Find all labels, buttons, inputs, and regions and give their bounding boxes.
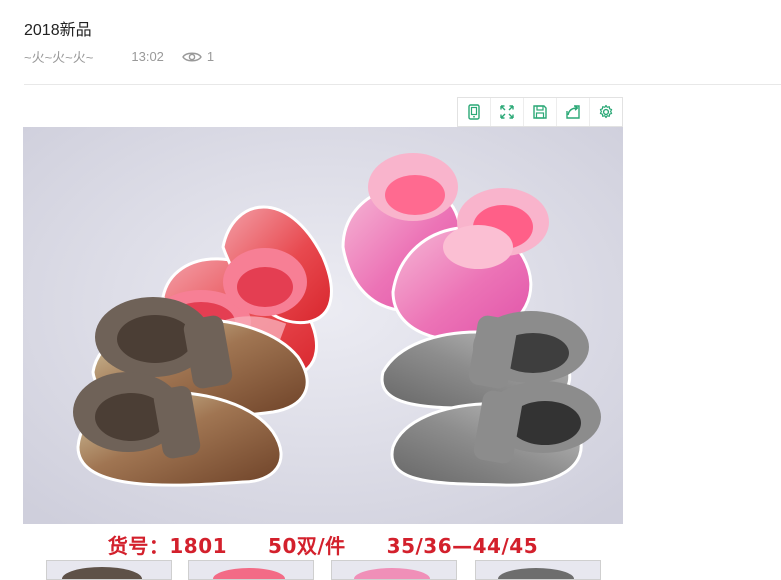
settings-button[interactable] [590, 98, 622, 126]
slippers-illustration [23, 127, 623, 527]
view-count: 1 [182, 49, 214, 64]
post-title: 2018新品 [24, 22, 92, 39]
divider [24, 84, 781, 85]
author-name[interactable]: ~火~火~火~ [24, 47, 93, 66]
eye-icon [182, 52, 202, 61]
settings-icon [599, 104, 613, 119]
thumbnail-red [188, 560, 314, 580]
save-icon [533, 105, 547, 119]
thumbnail-pink [331, 560, 457, 580]
post-meta: ~火~火~火~ 13:02 1 [24, 47, 214, 66]
fullscreen-button[interactable] [491, 98, 524, 126]
share-icon [566, 105, 580, 119]
share-button[interactable] [557, 98, 590, 126]
thumbnail-row [23, 560, 623, 580]
phone-view-icon [468, 104, 480, 120]
product-caption: 货号：1801 50双/件 35/36—44/45 [107, 534, 539, 558]
fullscreen-icon [500, 105, 514, 119]
thumbnail-brown [46, 560, 172, 580]
post-time: 13:02 [131, 49, 164, 64]
caption-strip: 货号：1801 50双/件 35/36—44/45 [23, 524, 623, 580]
product-photo[interactable]: 货号：1801 50双/件 35/36—44/45 [23, 127, 623, 580]
image-toolbar [457, 97, 623, 127]
phone-view-button[interactable] [458, 98, 491, 126]
save-button[interactable] [524, 98, 557, 126]
thumbnail-grey [475, 560, 601, 580]
view-count-value: 1 [206, 49, 215, 64]
